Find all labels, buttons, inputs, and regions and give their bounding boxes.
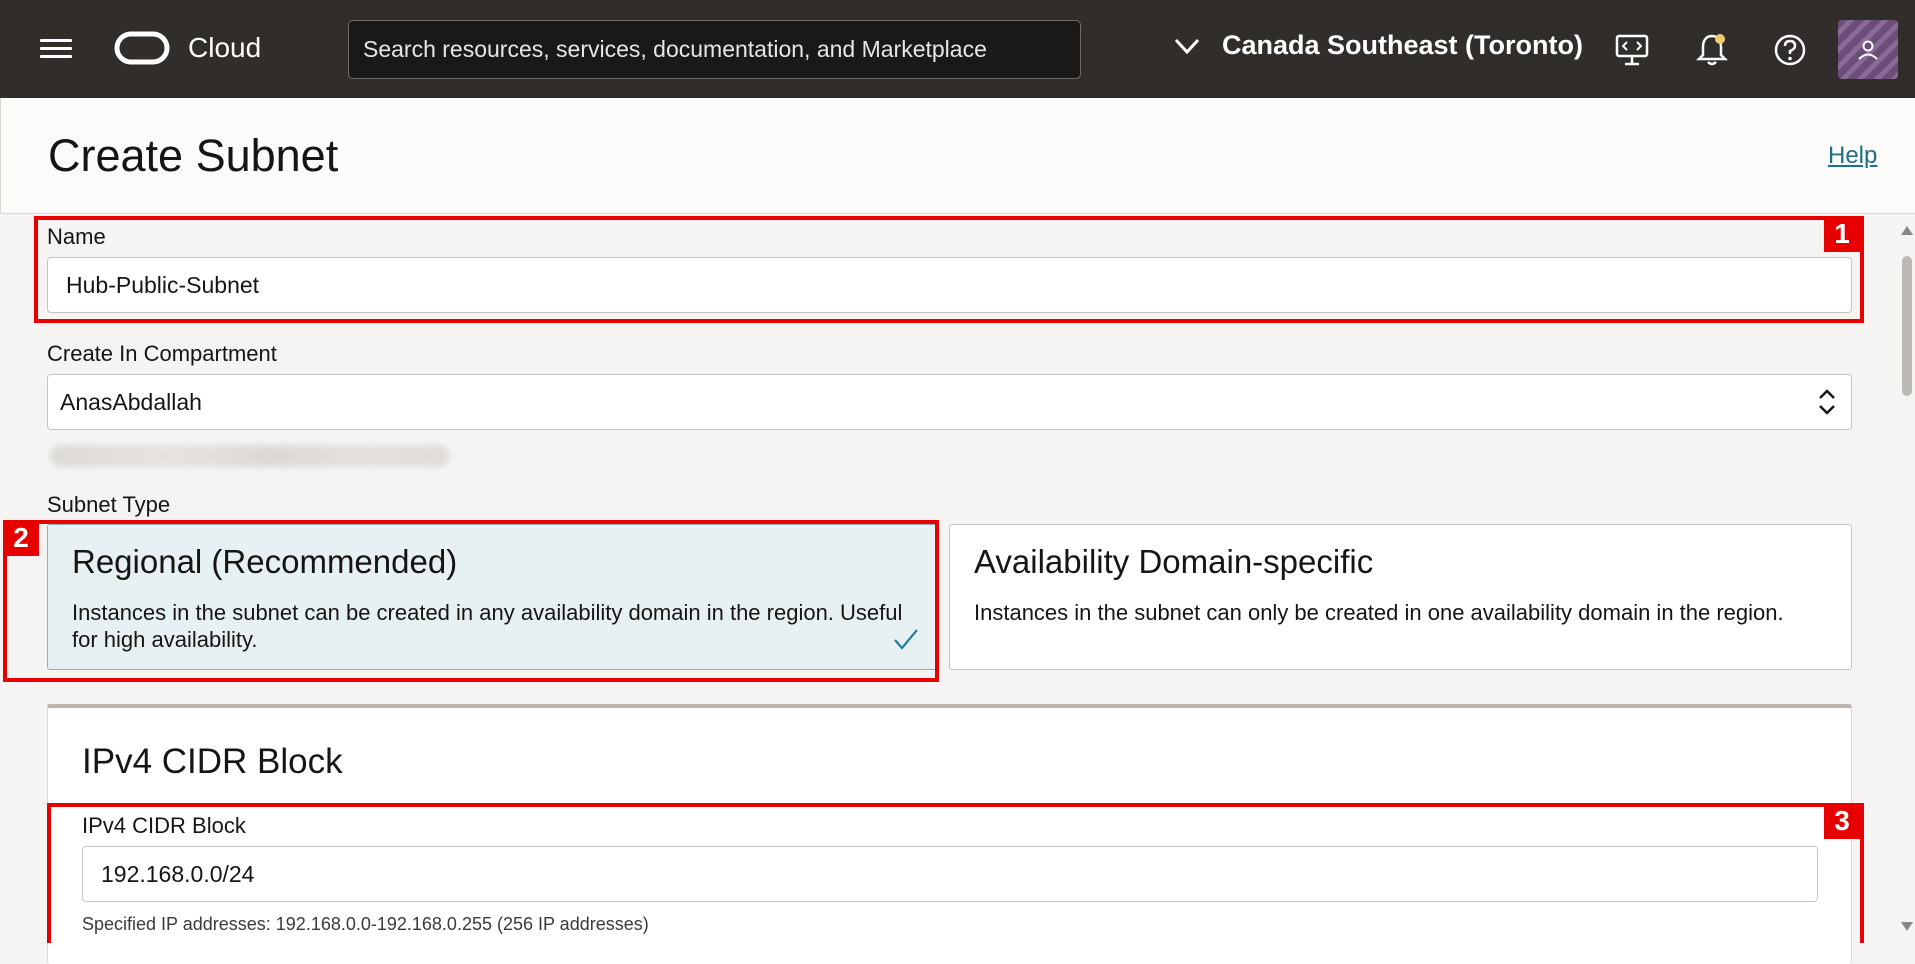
name-label: Name [47, 224, 106, 249]
top-navigation-bar: Cloud Canada Southeast (Toronto) [0, 0, 1915, 98]
search-input[interactable] [348, 20, 1081, 79]
brand-label[interactable]: Cloud [188, 32, 261, 64]
region-label: Canada Southeast (Toronto) [1222, 30, 1583, 60]
annotation-badge-2: 2 [3, 520, 39, 556]
scroll-down-icon[interactable] [1901, 922, 1913, 931]
compartment-select[interactable]: AnasAbdallah [47, 374, 1852, 430]
compartment-path-redacted [50, 445, 450, 467]
annotation-badge-1: 1 [1824, 216, 1860, 252]
cidr-label: IPv4 CIDR Block [82, 813, 246, 838]
chevron-down-icon [1174, 38, 1200, 54]
subnet-type-regional-card[interactable]: Regional (Recommended) Instances in the … [47, 524, 939, 670]
scroll-thumb[interactable] [1902, 256, 1912, 396]
annotation-badge-3: 3 [1824, 803, 1860, 839]
notifications-bell-icon[interactable] [1692, 30, 1732, 70]
developer-tools-icon[interactable] [1612, 30, 1652, 70]
card-description: Instances in the subnet can only be crea… [974, 600, 1784, 625]
user-icon [1858, 40, 1878, 60]
page-title: Create Subnet [48, 130, 339, 181]
checkmark-icon [894, 629, 918, 650]
compartment-value: AnasAbdallah [60, 388, 202, 415]
help-link[interactable]: Help [1828, 142, 1877, 170]
card-title: Availability Domain-specific [974, 543, 1374, 580]
page-header: Create Subnet Help [0, 98, 1915, 214]
cidr-section-title: IPv4 CIDR Block [82, 742, 343, 781]
name-input[interactable] [47, 257, 1852, 313]
oracle-logo-icon[interactable] [114, 31, 170, 65]
subnet-type-label: Subnet Type [47, 492, 171, 517]
scrollbar[interactable] [1898, 214, 1915, 943]
card-title: Regional (Recommended) [72, 543, 458, 580]
user-avatar[interactable] [1838, 20, 1898, 79]
cidr-input[interactable] [82, 846, 1818, 902]
subnet-type-ad-specific-card[interactable]: Availability Domain-specific Instances i… [949, 524, 1852, 670]
cidr-hint: Specified IP addresses: 192.168.0.0-192.… [82, 914, 649, 934]
ipv4-cidr-panel: IPv4 CIDR Block IPv4 CIDR Block Specifie… [47, 704, 1852, 964]
compartment-label: Create In Compartment [47, 341, 277, 366]
help-icon[interactable] [1770, 30, 1810, 70]
scroll-up-icon[interactable] [1901, 226, 1913, 235]
select-arrows-icon [1819, 389, 1835, 415]
card-description: Instances in the subnet can be created i… [72, 600, 903, 652]
region-selector[interactable]: Canada Southeast (Toronto) [1172, 30, 1583, 61]
menu-icon[interactable] [40, 34, 72, 64]
